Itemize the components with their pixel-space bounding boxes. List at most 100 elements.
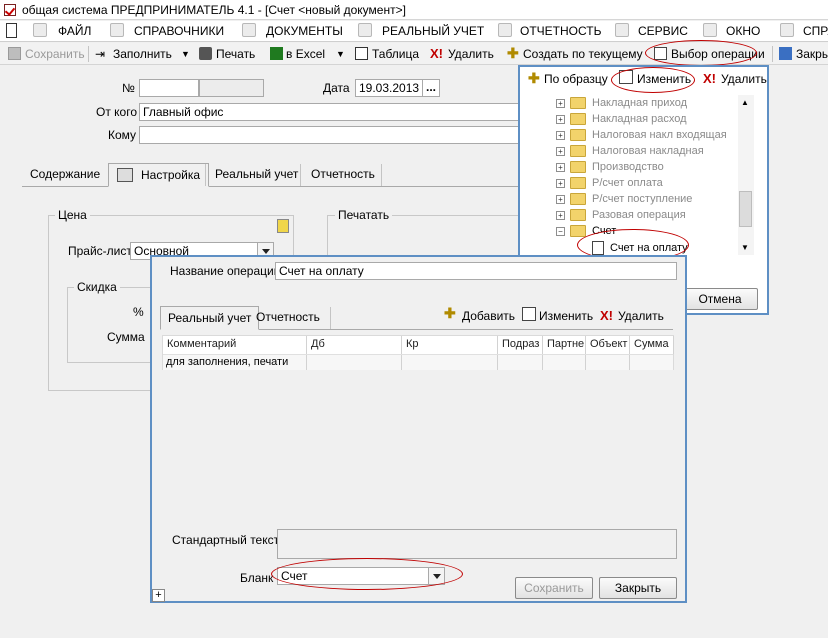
price-coin-icon[interactable] bbox=[277, 219, 289, 233]
edit-button[interactable]: Изменить bbox=[539, 309, 593, 323]
grid-header: Партне bbox=[543, 336, 586, 354]
operations-grid[interactable]: Комментарий Дб Кр Подраз Партне Объект С… bbox=[162, 335, 674, 370]
settings-tab-icon bbox=[117, 168, 133, 182]
menu-documents[interactable]: ДОКУМЕНТЫ bbox=[266, 24, 343, 38]
chevron-down-icon[interactable] bbox=[428, 568, 444, 584]
close-button[interactable]: Закры bbox=[796, 47, 828, 61]
excel-button[interactable]: в Excel bbox=[286, 47, 325, 61]
folder-icon bbox=[570, 161, 586, 173]
folder-icon bbox=[570, 145, 586, 157]
delete-icon: X! bbox=[430, 46, 443, 61]
scroll-thumb[interactable] bbox=[739, 191, 752, 227]
open-folder-icon bbox=[570, 225, 586, 237]
delete-icon: X! bbox=[600, 308, 613, 323]
save-icon bbox=[8, 47, 21, 60]
folder-icon bbox=[570, 129, 586, 141]
dialog-tab-real-accounting[interactable]: Реальный учет bbox=[160, 306, 260, 330]
service-icon bbox=[615, 23, 629, 37]
scroll-down-icon[interactable]: ▼ bbox=[741, 243, 749, 252]
delete-button[interactable]: Удалить bbox=[721, 72, 767, 86]
cancel-button[interactable]: Отмена bbox=[682, 288, 758, 310]
save-button[interactable]: Сохранить bbox=[25, 47, 85, 61]
by-sample-button[interactable]: По образцу bbox=[544, 72, 608, 86]
tab-settings[interactable]: Настройка bbox=[108, 163, 210, 187]
select-operation-button[interactable]: Выбор операции bbox=[671, 47, 765, 61]
menu-service[interactable]: СЕРВИС bbox=[638, 24, 688, 38]
menu-window[interactable]: ОКНО bbox=[726, 24, 760, 38]
dialog-save-button[interactable]: Сохранить bbox=[515, 577, 593, 599]
menu-directories[interactable]: СПРАВОЧНИКИ bbox=[134, 24, 224, 38]
toolbar: Сохранить ⇥ Заполнить ▼ Печать в Excel ▼… bbox=[0, 43, 828, 65]
scroll-up-icon[interactable]: ▲ bbox=[741, 98, 749, 107]
delete-button[interactable]: Удалить bbox=[448, 47, 494, 61]
fill-icon: ⇥ bbox=[95, 47, 106, 61]
menu-bar: ФАЙЛ СПРАВОЧНИКИ ДОКУМЕНТЫ РЕАЛЬНЫЙ УЧЕТ… bbox=[0, 21, 828, 42]
delete-button[interactable]: Удалить bbox=[618, 309, 664, 323]
operation-dialog: Название операции Счет на оплату Реальны… bbox=[150, 255, 687, 603]
add-plus-icon: ✚ bbox=[444, 305, 456, 321]
folder-icon bbox=[33, 23, 47, 37]
table-row[interactable]: для заполнения, печати bbox=[163, 354, 673, 370]
number-field[interactable] bbox=[139, 79, 199, 97]
excel-dropdown-icon[interactable]: ▼ bbox=[336, 49, 345, 59]
app-icon bbox=[4, 4, 16, 16]
expand-corner-icon[interactable]: + bbox=[152, 589, 165, 602]
report-icon bbox=[498, 23, 512, 37]
add-button[interactable]: Добавить bbox=[462, 309, 515, 323]
blank-select[interactable]: Счет bbox=[277, 567, 445, 585]
date-picker-button[interactable]: ... bbox=[422, 79, 440, 97]
menu-help[interactable]: СПРА bbox=[803, 24, 828, 38]
ledger-icon bbox=[358, 23, 372, 37]
price-list-label: Прайс-лист bbox=[68, 244, 132, 258]
percent-label: % bbox=[133, 305, 144, 319]
edit-icon bbox=[522, 307, 536, 321]
by-sample-plus-icon: ✚ bbox=[528, 70, 540, 86]
tab-content[interactable]: Содержание bbox=[22, 163, 108, 187]
number-suffix-field bbox=[199, 79, 264, 97]
grid-header: Объект bbox=[586, 336, 630, 354]
menu-real-accounting[interactable]: РЕАЛЬНЫЙ УЧЕТ bbox=[382, 24, 484, 38]
folder-icon bbox=[570, 193, 586, 205]
date-field[interactable]: 19.03.2013 bbox=[355, 79, 423, 97]
standard-text-field[interactable] bbox=[277, 529, 677, 559]
tab-real-accounting[interactable]: Реальный учет bbox=[207, 163, 306, 187]
grid-header: Кр bbox=[402, 336, 498, 354]
grid-cell: для заполнения, печати bbox=[166, 356, 289, 368]
new-document-icon[interactable] bbox=[6, 23, 17, 38]
select-operation-icon bbox=[654, 47, 667, 60]
window-icon bbox=[703, 23, 717, 37]
table-button[interactable]: Таблица bbox=[372, 47, 419, 61]
grid-header: Сумма bbox=[630, 336, 674, 354]
standard-text-label: Стандартный текст bbox=[172, 533, 280, 547]
print-group-title: Печатать bbox=[335, 208, 393, 222]
fill-button[interactable]: Заполнить bbox=[113, 47, 172, 61]
folder-icon bbox=[570, 177, 586, 189]
tree-scrollbar[interactable]: ▲ ▼ bbox=[738, 95, 754, 255]
edit-button[interactable]: Изменить bbox=[637, 72, 691, 86]
grid-header: Комментарий bbox=[163, 336, 307, 354]
dialog-tab-reports[interactable]: Отчетность bbox=[256, 310, 320, 324]
from-label: От кого bbox=[96, 105, 138, 119]
operation-name-field[interactable]: Счет на оплату bbox=[275, 262, 677, 280]
blank-value: Счет bbox=[281, 569, 308, 583]
price-group-title: Цена bbox=[55, 208, 90, 222]
date-label: Дата bbox=[323, 81, 350, 95]
to-field[interactable] bbox=[139, 126, 519, 144]
folder-icon bbox=[570, 209, 586, 221]
window-title: общая система ПРЕДПРИНИМАТЕЛЬ 4.1 - [Сче… bbox=[22, 3, 406, 17]
grid-header: Дб bbox=[307, 336, 402, 354]
sum-label: Сумма bbox=[107, 330, 145, 344]
dialog-close-button[interactable]: Закрыть bbox=[599, 577, 677, 599]
tab-reports[interactable]: Отчетность bbox=[303, 163, 383, 187]
operation-name-label: Название операции bbox=[170, 264, 281, 278]
from-field[interactable]: Главный офис bbox=[139, 103, 519, 121]
menu-file[interactable]: ФАЙЛ bbox=[58, 24, 91, 38]
fill-dropdown-icon[interactable]: ▼ bbox=[181, 49, 190, 59]
excel-icon bbox=[270, 47, 283, 60]
document-gear-icon bbox=[592, 241, 604, 255]
discount-group-title: Скидка bbox=[74, 280, 120, 294]
menu-reports[interactable]: ОТЧЕТНОСТЬ bbox=[520, 24, 601, 38]
print-button[interactable]: Печать bbox=[216, 47, 255, 61]
create-by-current-button[interactable]: Создать по текущему bbox=[523, 47, 643, 61]
title-bar: общая система ПРЕДПРИНИМАТЕЛЬ 4.1 - [Сче… bbox=[0, 0, 828, 20]
